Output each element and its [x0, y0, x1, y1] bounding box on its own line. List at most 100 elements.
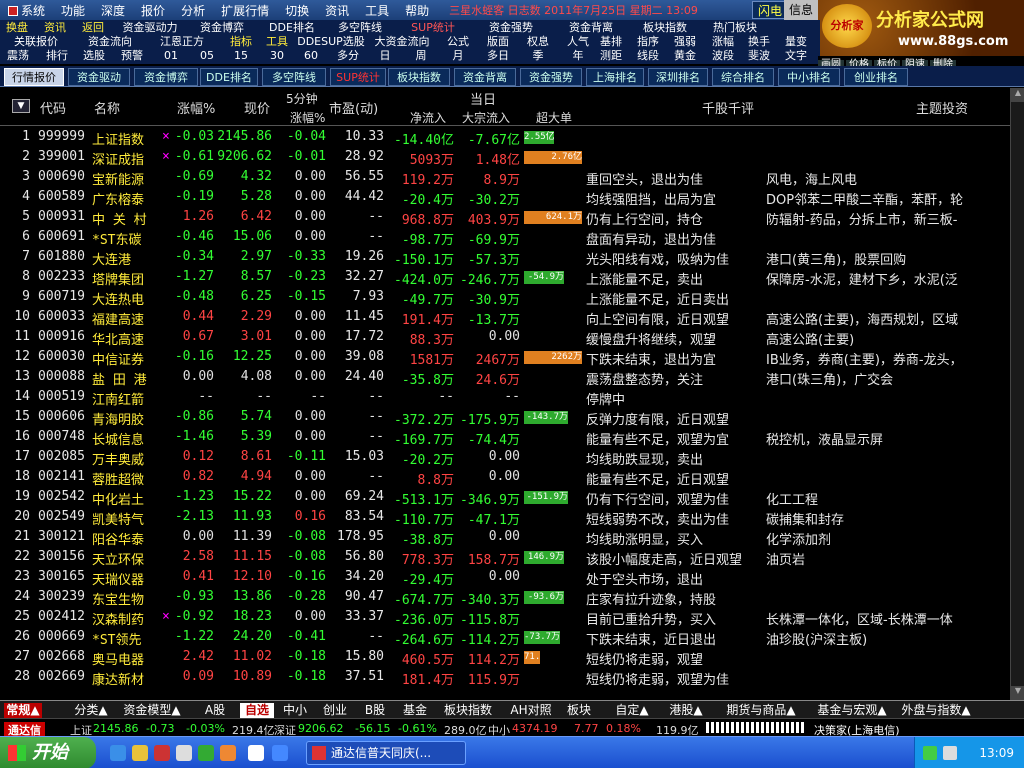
table-row[interactable]: 11 000916 华北高速 0.67 3.01 0.00 17.72 88.3万 0.00 缓慢…	[0, 327, 1010, 348]
toolbar1-btn-5[interactable]: DDE排名	[260, 21, 324, 35]
col-name[interactable]: 名称	[94, 98, 120, 117]
toolbar2-btn-3[interactable]: 指标	[226, 35, 256, 49]
toolbar2-btn-15[interactable]: 换手	[744, 35, 774, 49]
toolbar1-btn-1[interactable]: 资讯	[38, 21, 72, 35]
table-row[interactable]: 24 300239 东宝生物 -0.93 13.86 -0.28 90.47 -674.7万 -…	[0, 587, 1010, 608]
toolbar1-btn-8[interactable]: 资金强势	[472, 21, 550, 35]
menu-quote[interactable]: 报价	[133, 2, 173, 19]
col-price[interactable]: 现价	[244, 98, 270, 117]
table-row[interactable]: 20 002549 凯美特气 -2.13 11.93 0.16 83.54 -110.7万 -4…	[0, 507, 1010, 528]
table-row[interactable]: 22 300156 天立环保 2.58 11.15 -0.08 56.80 778.3万 158…	[0, 547, 1010, 568]
toolbar3-btn-14[interactable]: 季	[520, 49, 556, 63]
toolbar3-btn-20[interactable]: 斐波	[744, 49, 774, 63]
table-row[interactable]: 9 600719 大连热电 -0.48 6.25 -0.15 7.93 -49.7万 -30.9…	[0, 287, 1010, 308]
menu-function[interactable]: 功能	[53, 2, 93, 19]
table-row[interactable]: 5 000931 中 关 村 1.26 6.42 0.00 -- 968.8万 403.9万 仍有…	[0, 207, 1010, 228]
bottom-tab-11[interactable]: 板块	[562, 703, 596, 718]
toolbar3-btn-19[interactable]: 波段	[706, 49, 740, 63]
toolbar3-btn-11[interactable]: 周	[406, 49, 436, 63]
bottom-tab-1[interactable]: 分类▲	[70, 703, 112, 718]
bottom-tab-13[interactable]: 港股▲	[666, 703, 706, 718]
toolbar2-btn-9[interactable]: 权息	[520, 35, 556, 49]
toolbar2-btn-11[interactable]: 基排	[596, 35, 626, 49]
tab-8[interactable]: 资金强势	[520, 68, 582, 86]
toolbar1-btn-0[interactable]: 换盘	[0, 21, 34, 35]
table-row[interactable]: 18 002141 蓉胜超微 0.82 4.94 0.00 -- 8.8万 0.00 能量有些不足…	[0, 467, 1010, 488]
table-row[interactable]: 25 002412 汉森制药 × -0.92 18.23 0.00 33.37 -236.0万 -…	[0, 607, 1010, 628]
toolbar1-btn-9[interactable]: 资金背离	[552, 21, 630, 35]
tab-4[interactable]: 多空阵线	[262, 68, 326, 86]
toolbar2-btn-12[interactable]: 指序	[630, 35, 666, 49]
app-quick-icon[interactable]	[154, 745, 170, 761]
bottom-tab-3[interactable]: A股	[196, 703, 234, 718]
table-row[interactable]: 28 002669 康达新材 0.09 10.89 -0.18 37.51 181.4万 115…	[0, 667, 1010, 688]
bottom-tab-4[interactable]: 自选	[240, 703, 274, 718]
toolbar2-btn-7[interactable]: 公式	[440, 35, 476, 49]
volume-icon[interactable]	[943, 746, 957, 760]
tab-12[interactable]: 中小排名	[778, 68, 840, 86]
table-row[interactable]: 27 002668 奥马电器 2.42 11.02 -0.18 15.80 460.5万 114…	[0, 647, 1010, 668]
bottom-tab-8[interactable]: 基金	[398, 703, 432, 718]
bottom-tab-0[interactable]: 常规▲	[4, 703, 42, 718]
col-super-order[interactable]: 超大单	[536, 109, 572, 126]
table-row[interactable]: 17 002085 万丰奥威 0.12 8.61 -0.11 15.03 -20.2万 0.00…	[0, 447, 1010, 468]
table-row[interactable]: 15 000606 青海明胶 -0.86 5.74 0.00 -- -372.2万 -175.9…	[0, 407, 1010, 428]
menu-news[interactable]: 资讯	[317, 2, 357, 19]
toolbar2-btn-14[interactable]: 涨幅	[706, 35, 740, 49]
scroll-down-icon[interactable]: ▼	[1011, 686, 1024, 700]
table-row[interactable]: 10 600033 福建高速 0.44 2.29 0.00 11.45 191.4万 -13.7…	[0, 307, 1010, 328]
toolbar3-btn-9[interactable]: 多分	[330, 49, 366, 63]
toolbar3-btn-6[interactable]: 15	[226, 49, 256, 63]
toolbar2-btn-16[interactable]: 量变	[778, 35, 814, 49]
toolbar1-btn-10[interactable]: 板块指数	[632, 21, 698, 35]
col-pct[interactable]: 涨幅%	[177, 98, 215, 117]
toolbar3-btn-7[interactable]: 30	[262, 49, 292, 63]
toolbar2-btn-13[interactable]: 强弱	[668, 35, 702, 49]
bottom-tab-14[interactable]: 期货与商品▲	[716, 703, 806, 718]
taskbar-window-item[interactable]: 通达信普天同庆(...	[306, 741, 466, 765]
toolbar3-btn-1[interactable]: 排行	[40, 49, 74, 63]
toolbar3-btn-8[interactable]: 60	[296, 49, 326, 63]
vertical-scrollbar[interactable]: ▲ ▼	[1010, 88, 1024, 700]
table-row[interactable]: 4 600589 广东榕泰 -0.19 5.28 0.00 44.42 -20.4万 -30.2…	[0, 187, 1010, 208]
toolbar3-btn-13[interactable]: 多日	[480, 49, 516, 63]
tab-13[interactable]: 创业排名	[844, 68, 908, 86]
table-row[interactable]: 19 002542 中化岩土 -1.23 15.22 0.00 69.24 -513.1万 -3…	[0, 487, 1010, 508]
toolbar3-btn-0[interactable]: 震荡	[0, 49, 36, 63]
table-row[interactable]: 12 600030 中信证券 -0.16 12.25 0.00 39.08 1581万 2467…	[0, 347, 1010, 368]
table-row[interactable]: 21 300121 阳谷华泰 0.00 11.39 -0.08 178.95 -38.8万 0.…	[0, 527, 1010, 548]
menu-analysis[interactable]: 分析	[173, 2, 213, 19]
quick-icon[interactable]	[272, 745, 288, 761]
toolbar2-btn-10[interactable]: 人气	[560, 35, 596, 49]
media-icon[interactable]	[176, 745, 192, 761]
flash-trade-button[interactable]: 闪电手	[752, 1, 788, 36]
tab-1[interactable]: 资金驱动	[68, 68, 130, 86]
table-row[interactable]: 14 000519 江南红箭 -- -- -- -- -- -- 停牌中	[0, 387, 1010, 408]
tab-7[interactable]: 资金背离	[454, 68, 516, 86]
toolbar1-btn-6[interactable]: 多空阵线	[326, 21, 394, 35]
bottom-tab-15[interactable]: 基金与宏观▲	[810, 703, 894, 718]
tab-5[interactable]: SUP统计	[330, 68, 386, 86]
tab-6[interactable]: 板块指数	[388, 68, 450, 86]
menu-switch[interactable]: 切换	[277, 2, 317, 19]
toolbar3-btn-4[interactable]: 01	[154, 49, 188, 63]
table-row[interactable]: 1 999999 上证指数 × -0.03 2145.86 -0.04 10.33 -14.40…	[0, 127, 1010, 148]
network-icon[interactable]	[923, 746, 937, 760]
table-row[interactable]: 16 000748 长城信息 -1.46 5.39 0.00 -- -169.7万 -74.4万…	[0, 427, 1010, 448]
toolbar3-btn-18[interactable]: 黄金	[668, 49, 702, 63]
toolbar3-btn-21[interactable]: 文字	[778, 49, 814, 63]
toolbar2-btn-5[interactable]: DDESUP选股	[296, 35, 366, 49]
col-theme[interactable]: 主题投资	[916, 98, 968, 117]
quicklaunch-icon[interactable]	[198, 745, 214, 761]
folder-icon[interactable]	[132, 745, 148, 761]
bottom-tab-16[interactable]: 外盘与指数▲	[898, 703, 974, 718]
col-big-inflow[interactable]: 大宗流入	[462, 109, 510, 126]
menu-help[interactable]: 帮助	[397, 2, 437, 19]
toolbar3-btn-12[interactable]: 月	[440, 49, 476, 63]
tab-0[interactable]: 行情报价	[4, 68, 64, 86]
table-row[interactable]: 26 000669 *ST领先 -1.22 24.20 -0.41 -- -264.6万 -11…	[0, 627, 1010, 648]
menu-depth[interactable]: 深度	[93, 2, 133, 19]
col-pe[interactable]: 市盈(动)	[329, 98, 378, 117]
bottom-tab-7[interactable]: B股	[360, 703, 390, 718]
toolbar2-btn-4[interactable]: 工具	[262, 35, 292, 49]
